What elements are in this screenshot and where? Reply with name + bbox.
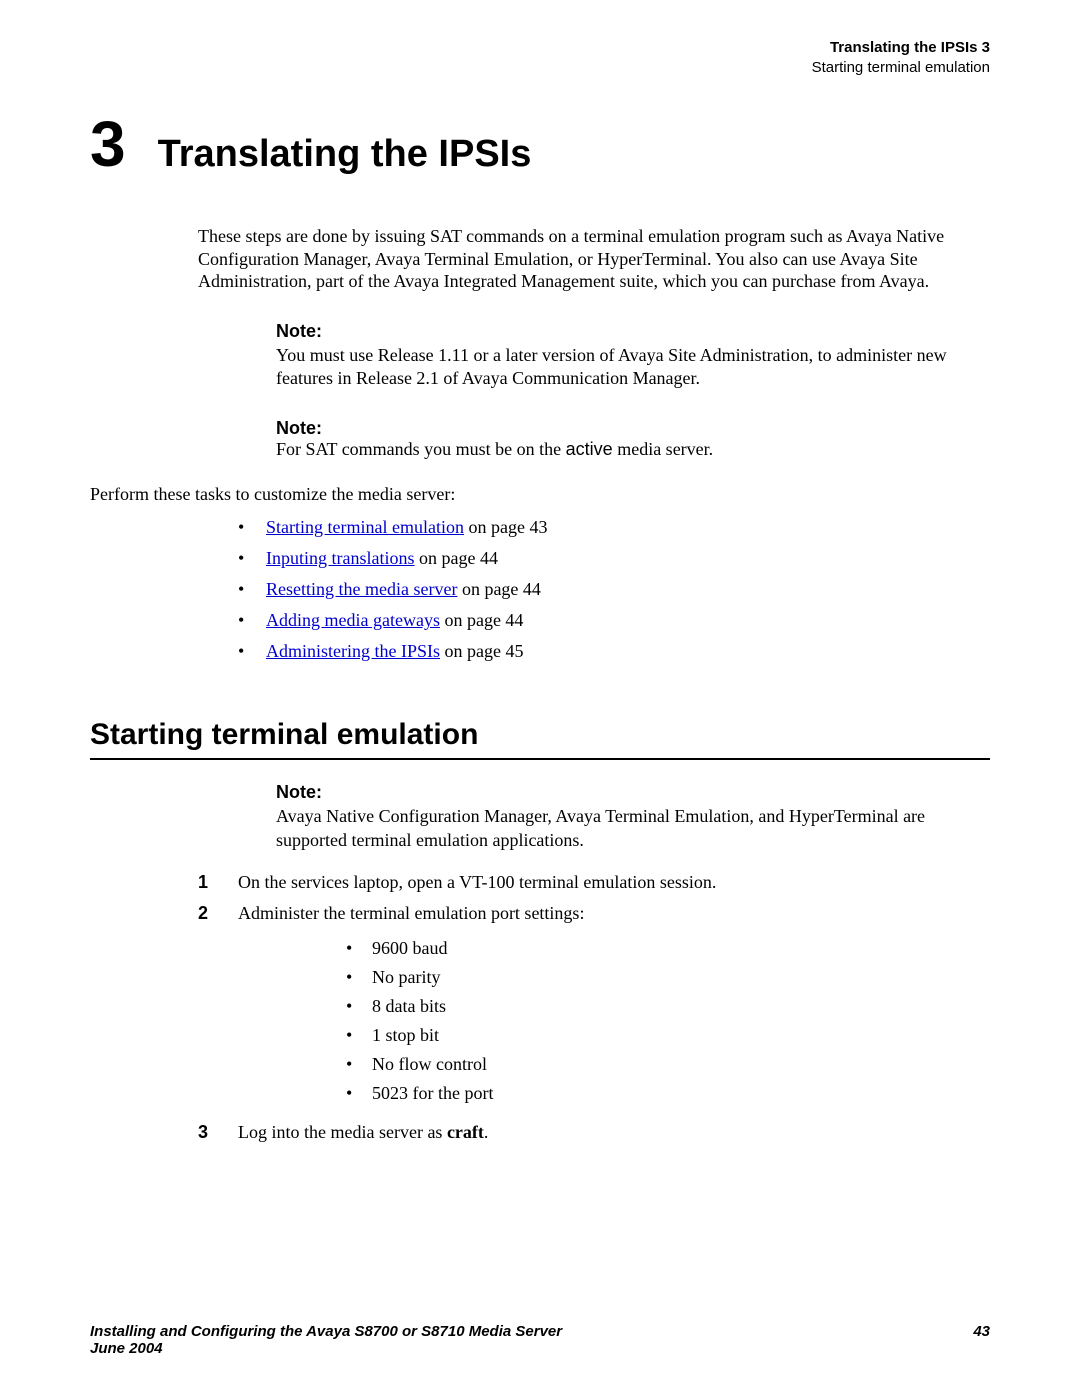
list-item-suffix: on page 45 — [440, 641, 523, 661]
footer-doc-title: Installing and Configuring the Avaya S87… — [90, 1323, 562, 1340]
link-inputing-translations[interactable]: Inputing translations — [266, 548, 414, 568]
list-item: Resetting the media server on page 44 — [238, 579, 990, 600]
list-item: No flow control — [346, 1054, 990, 1075]
step-text: Log into the media server as craft. — [238, 1122, 990, 1143]
step-number: 1 — [198, 872, 238, 893]
note-label: Note: — [276, 782, 990, 803]
chapter-number: 3 — [90, 107, 124, 181]
chapter-heading-row: 3 Translating the IPSIs — [90, 107, 990, 181]
list-item: Inputing translations on page 44 — [238, 548, 990, 569]
list-item-suffix: on page 43 — [464, 517, 547, 537]
step-3-prefix: Log into the media server as — [238, 1122, 447, 1142]
step-number: 3 — [198, 1122, 238, 1143]
link-administering-ipsis[interactable]: Administering the IPSIs — [266, 641, 440, 661]
document-page: Translating the IPSIs 3 Starting termina… — [0, 0, 1080, 1143]
note-block-3: Note: Avaya Native Configuration Manager… — [276, 782, 990, 852]
section-heading: Starting terminal emulation — [90, 718, 990, 752]
section-rule — [90, 758, 990, 760]
list-item: Starting terminal emulation on page 43 — [238, 517, 990, 538]
list-item-suffix: on page 44 — [440, 610, 523, 630]
note-block-2: Note: For SAT commands you must be on th… — [276, 418, 990, 460]
steps-list: 1 On the services laptop, open a VT-100 … — [198, 872, 990, 1143]
note2-suffix: media server. — [613, 439, 713, 459]
list-item-suffix: on page 44 — [414, 548, 497, 568]
note-text: Avaya Native Configuration Manager, Avay… — [276, 805, 990, 852]
list-item-suffix: on page 44 — [457, 579, 540, 599]
list-item: 5023 for the port — [346, 1083, 990, 1104]
list-item: 9600 baud — [346, 938, 990, 959]
note-label: Note: — [276, 418, 990, 439]
step-3-bold: craft — [447, 1122, 484, 1142]
perform-tasks-text: Perform these tasks to customize the med… — [90, 484, 990, 505]
note-text: You must use Release 1.11 or a later ver… — [276, 344, 990, 391]
footer-left: Installing and Configuring the Avaya S87… — [90, 1323, 562, 1357]
step-3-suffix: . — [484, 1122, 489, 1142]
list-item: 1 stop bit — [346, 1025, 990, 1046]
header-chapter-line: Translating the IPSIs 3 — [90, 38, 990, 58]
step-3: 3 Log into the media server as craft. — [198, 1122, 990, 1143]
footer-page-number: 43 — [973, 1323, 990, 1340]
link-resetting-media-server[interactable]: Resetting the media server — [266, 579, 457, 599]
page-footer: Installing and Configuring the Avaya S87… — [90, 1323, 990, 1357]
step-text: On the services laptop, open a VT-100 te… — [238, 872, 990, 893]
step-2: 2 Administer the terminal emulation port… — [198, 903, 990, 1112]
note-block-1: Note: You must use Release 1.11 or a lat… — [276, 321, 990, 391]
list-item: Administering the IPSIs on page 45 — [238, 641, 990, 662]
list-item: No parity — [346, 967, 990, 988]
page-header: Translating the IPSIs 3 Starting termina… — [90, 38, 990, 77]
chapter-title: Translating the IPSIs — [158, 133, 532, 176]
step-2-text: Administer the terminal emulation port s… — [238, 903, 584, 923]
step-1: 1 On the services laptop, open a VT-100 … — [198, 872, 990, 893]
step-number: 2 — [198, 903, 238, 1112]
note2-codeword: active — [566, 439, 613, 459]
step-text: Administer the terminal emulation port s… — [238, 903, 990, 1112]
port-settings-list: 9600 baud No parity 8 data bits 1 stop b… — [346, 938, 990, 1104]
task-list: Starting terminal emulation on page 43 I… — [238, 517, 990, 662]
header-sub-line: Starting terminal emulation — [90, 58, 990, 78]
note2-prefix: For SAT commands you must be on the — [276, 439, 566, 459]
link-adding-media-gateways[interactable]: Adding media gateways — [266, 610, 440, 630]
link-starting-terminal-emulation[interactable]: Starting terminal emulation — [266, 517, 464, 537]
list-item: Adding media gateways on page 44 — [238, 610, 990, 631]
note-label: Note: — [276, 321, 990, 342]
footer-date: June 2004 — [90, 1340, 562, 1357]
note-text: For SAT commands you must be on the acti… — [276, 439, 990, 460]
intro-paragraph: These steps are done by issuing SAT comm… — [198, 225, 990, 293]
list-item: 8 data bits — [346, 996, 990, 1017]
